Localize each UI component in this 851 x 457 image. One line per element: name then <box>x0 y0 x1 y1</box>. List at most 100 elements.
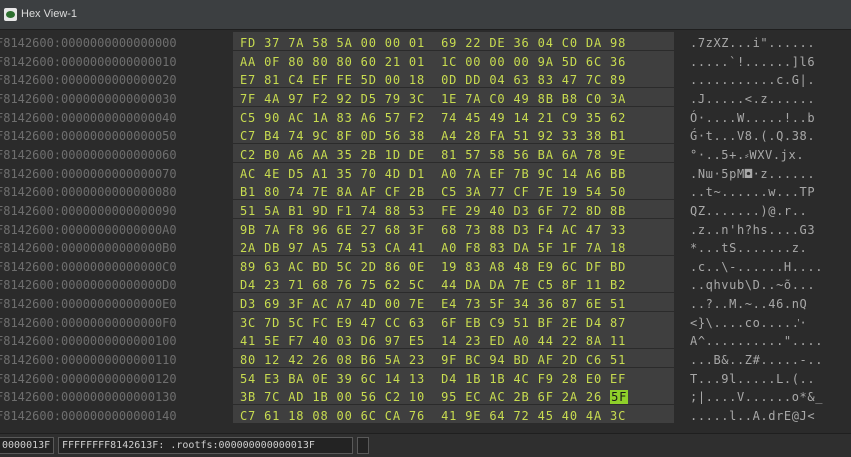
row-ascii[interactable]: ..t~......w...TP <box>690 185 815 199</box>
hex-row[interactable]: F8142600:0000000000000060 C2 B0 A6 AA 35 … <box>0 143 851 162</box>
hex-bytes-text[interactable]: 80 12 42 26 08 B6 5A 23 9F BC 94 BD AF 2… <box>240 353 626 367</box>
row-hex-bytes[interactable]: E7 81 C4 EF FE 5D 00 18 0D DD 04 63 83 4… <box>240 73 626 87</box>
row-address: F8142600:0000000000000120 <box>0 371 177 386</box>
row-address: F8142600:0000000000000040 <box>0 110 177 125</box>
row-ascii[interactable]: .....`!......]l6 <box>690 55 815 69</box>
row-ascii[interactable]: Ó·....W.....!..b <box>690 111 815 125</box>
row-ascii[interactable]: °·..5+.⸗WXV.jx. <box>690 148 804 162</box>
hex-bytes-text[interactable]: C2 B0 A6 AA 35 2B 1D DE 81 57 58 56 BA 6… <box>240 148 626 162</box>
hex-row[interactable]: F8142600:00000000000000D0 D4 23 71 68 76 … <box>0 274 851 293</box>
row-hex-bytes[interactable]: 54 E3 BA 0E 39 6C 14 13 D4 1B 1B 4C F9 2… <box>240 372 626 386</box>
hex-row[interactable]: F8142600:0000000000000120 54 E3 BA 0E 39 … <box>0 367 851 386</box>
hex-row[interactable]: F8142600:0000000000000020 E7 81 C4 EF FE … <box>0 69 851 88</box>
row-address: F8142600:0000000000000090 <box>0 203 177 218</box>
hex-bytes-text[interactable]: AC 4E D5 A1 35 70 4D D1 A0 7A EF 7B 9C 1… <box>240 167 626 181</box>
row-hex-bytes[interactable]: C2 B0 A6 AA 35 2B 1D DE 81 57 58 56 BA 6… <box>240 148 626 162</box>
row-hex-bytes[interactable]: 51 5A B1 9D F1 74 88 53 FE 29 40 D3 6F 7… <box>240 204 626 218</box>
row-ascii[interactable]: .....l..A.drE@J< <box>690 409 815 423</box>
ida-icon <box>4 8 17 21</box>
hex-bytes-text[interactable]: FD 37 7A 58 5A 00 00 01 69 22 DE 36 04 C… <box>240 36 626 50</box>
row-ascii[interactable]: Ǵ·t...V8.(.Q.38. <box>690 129 815 143</box>
row-ascii[interactable]: ..qhvub\D..~õ... <box>690 278 815 292</box>
hex-row[interactable]: F8142600:0000000000000090 51 5A B1 9D F1 … <box>0 199 851 218</box>
hex-bytes-text[interactable]: 51 5A B1 9D F1 74 88 53 FE 29 40 D3 6F 7… <box>240 204 626 218</box>
row-ascii[interactable]: ...........c.G|. <box>690 73 815 87</box>
row-hex-bytes[interactable]: 9B 7A F8 96 6E 27 68 3F 68 73 88 D3 F4 A… <box>240 223 626 237</box>
row-hex-bytes[interactable]: C7 B4 74 9C 8F 0D 56 38 A4 28 FA 51 92 3… <box>240 129 626 143</box>
row-hex-bytes[interactable]: 89 63 AC BD 5C 2D 86 0E 19 83 A8 48 E9 6… <box>240 260 626 274</box>
hex-bytes-text[interactable]: 3C 7D 5C FC E9 47 CC 63 6F EB C9 51 BF 2… <box>240 316 626 330</box>
row-hex-bytes[interactable]: AA 0F 80 80 80 60 21 01 1C 00 00 00 9A 5… <box>240 55 626 69</box>
hex-bytes-text[interactable]: 3B 7C AD 1B 00 56 C2 10 95 EC AC 2B 6F 2… <box>240 390 610 404</box>
row-address: F8142600:00000000000000B0 <box>0 241 177 256</box>
hex-row[interactable]: F8142600:0000000000000140 C7 61 18 08 00 … <box>0 405 851 423</box>
hex-row[interactable]: F8142600:0000000000000110 80 12 42 26 08 … <box>0 349 851 368</box>
status-location: FFFFFFFF8142613F: .rootfs:00000000000001… <box>58 437 353 454</box>
row-hex-bytes[interactable]: 3C 7D 5C FC E9 47 CC 63 6F EB C9 51 BF 2… <box>240 316 626 330</box>
hex-bytes-text[interactable]: 9B 7A F8 96 6E 27 68 3F 68 73 88 D3 F4 A… <box>240 223 626 237</box>
row-ascii[interactable]: ;|....V......o*&_ <box>690 390 823 404</box>
hex-row[interactable]: F8142600:00000000000000B0 2A DB 97 A5 74 … <box>0 237 851 256</box>
row-ascii[interactable]: .Nա·5pM◘·z...... <box>690 167 815 181</box>
hex-row[interactable]: F8142600:0000000000000010 AA 0F 80 80 80 … <box>0 50 851 69</box>
row-ascii[interactable]: .c..\-......H.... <box>690 260 823 274</box>
status-offset: 0000013F <box>0 437 54 454</box>
hex-bytes-text[interactable]: C7 61 18 08 00 6C CA 76 41 9E 64 72 45 4… <box>240 409 626 423</box>
hex-row[interactable]: F8142600:0000000000000100 41 5E F7 40 03 … <box>0 330 851 349</box>
row-hex-bytes[interactable]: 80 12 42 26 08 B6 5A 23 9F BC 94 BD AF 2… <box>240 353 626 367</box>
row-hex-bytes[interactable]: C7 61 18 08 00 6C CA 76 41 9E 64 72 45 4… <box>240 409 626 423</box>
row-ascii[interactable]: .7zXZ...i"...... <box>690 36 815 50</box>
hex-bytes-text[interactable]: 41 5E F7 40 03 D6 97 E5 14 23 ED A0 44 2… <box>240 334 626 348</box>
hex-bytes-text[interactable]: 54 E3 BA 0E 39 6C 14 13 D4 1B 1B 4C F9 2… <box>240 372 626 386</box>
hex-view[interactable]: F8142600:0000000000000000 FD 37 7A 58 5A … <box>0 30 851 433</box>
row-address: F8142600:00000000000000A0 <box>0 222 177 237</box>
row-hex-bytes[interactable]: 41 5E F7 40 03 D6 97 E5 14 23 ED A0 44 2… <box>240 334 626 348</box>
row-hex-bytes[interactable]: C5 90 AC 1A 83 A6 57 F2 74 45 49 14 21 C… <box>240 111 626 125</box>
row-hex-bytes[interactable]: 2A DB 97 A5 74 53 CA 41 A0 F8 83 DA 5F 1… <box>240 241 626 255</box>
hex-row[interactable]: F8142600:0000000000000080 B1 80 74 7E 8A … <box>0 181 851 200</box>
row-address: F8142600:0000000000000010 <box>0 54 177 69</box>
hex-row[interactable]: F8142600:00000000000000C0 89 63 AC BD 5C … <box>0 255 851 274</box>
row-ascii[interactable]: A^..........".... <box>690 334 823 348</box>
row-ascii[interactable]: ..?..M.~..46.nQ <box>690 297 807 311</box>
row-ascii[interactable]: ...B&..Z#.....-.. <box>690 353 823 367</box>
hex-row[interactable]: F8142600:0000000000000130 3B 7C AD 1B 00 … <box>0 386 851 405</box>
row-hex-bytes[interactable]: AC 4E D5 A1 35 70 4D D1 A0 7A EF 7B 9C 1… <box>240 167 626 181</box>
row-hex-bytes[interactable]: FD 37 7A 58 5A 00 00 01 69 22 DE 36 04 C… <box>240 36 626 50</box>
row-ascii[interactable]: .J.....<.z...... <box>690 92 815 106</box>
row-ascii[interactable]: QZ.......)@.r.. <box>690 204 807 218</box>
row-address: F8142600:0000000000000050 <box>0 129 177 144</box>
cursor-byte[interactable]: 5F <box>610 390 629 405</box>
hex-bytes-text[interactable]: E7 81 C4 EF FE 5D 00 18 0D DD 04 63 83 4… <box>240 73 626 87</box>
hex-bytes-text[interactable]: 2A DB 97 A5 74 53 CA 41 A0 F8 83 DA 5F 1… <box>240 241 626 255</box>
hex-row[interactable]: F8142600:0000000000000050 C7 B4 74 9C 8F … <box>0 125 851 144</box>
hex-bytes-text[interactable]: 7F 4A 97 F2 92 D5 79 3C 1E 7A C0 49 8B B… <box>240 92 626 106</box>
hex-bytes-text[interactable]: 89 63 AC BD 5C 2D 86 0E 19 83 A8 48 E9 6… <box>240 260 626 274</box>
hex-row[interactable]: F8142600:0000000000000040 C5 90 AC 1A 83 … <box>0 106 851 125</box>
hex-bytes-text[interactable]: D4 23 71 68 76 75 62 5C 44 DA DA 7E C5 8… <box>240 278 626 292</box>
row-hex-bytes[interactable]: 3B 7C AD 1B 00 56 C2 10 95 EC AC 2B 6F 2… <box>240 390 629 405</box>
row-ascii[interactable]: T...9l.....L.(.. <box>690 372 815 386</box>
row-address: F8142600:0000000000000130 <box>0 390 177 405</box>
status-extra <box>357 437 369 454</box>
row-hex-bytes[interactable]: D4 23 71 68 76 75 62 5C 44 DA DA 7E C5 8… <box>240 278 626 292</box>
hex-bytes-text[interactable]: B1 80 74 7E 8A AF CF 2B C5 3A 77 CF 7E 1… <box>240 185 626 199</box>
hex-row[interactable]: F8142600:0000000000000000 FD 37 7A 58 5A … <box>0 32 851 50</box>
row-hex-bytes[interactable]: D3 69 3F AC A7 4D 00 7E E4 73 5F 34 36 8… <box>240 297 626 311</box>
row-ascii[interactable]: <}\....co.....ᡃ· <box>690 316 807 330</box>
hex-row[interactable]: F8142600:00000000000000E0 D3 69 3F AC A7 … <box>0 293 851 312</box>
hex-row[interactable]: F8142600:0000000000000030 7F 4A 97 F2 92 … <box>0 87 851 106</box>
window-title: Hex View-1 <box>21 8 78 20</box>
row-hex-bytes[interactable]: B1 80 74 7E 8A AF CF 2B C5 3A 77 CF 7E 1… <box>240 185 626 199</box>
hex-row[interactable]: F8142600:00000000000000A0 9B 7A F8 96 6E … <box>0 218 851 237</box>
hex-bytes-text[interactable]: AA 0F 80 80 80 60 21 01 1C 00 00 00 9A 5… <box>240 55 626 69</box>
hex-row[interactable]: F8142600:0000000000000070 AC 4E D5 A1 35 … <box>0 162 851 181</box>
row-ascii[interactable]: *...tS.......z. <box>690 241 807 255</box>
row-hex-bytes[interactable]: 7F 4A 97 F2 92 D5 79 3C 1E 7A C0 49 8B B… <box>240 92 626 106</box>
hex-bytes-text[interactable]: D3 69 3F AC A7 4D 00 7E E4 73 5F 34 36 8… <box>240 297 626 311</box>
row-address: F8142600:0000000000000110 <box>0 353 177 368</box>
hex-bytes-text[interactable]: C5 90 AC 1A 83 A6 57 F2 74 45 49 14 21 C… <box>240 111 626 125</box>
hex-row[interactable]: F8142600:00000000000000F0 3C 7D 5C FC E9 … <box>0 311 851 330</box>
hex-bytes-text[interactable]: C7 B4 74 9C 8F 0D 56 38 A4 28 FA 51 92 3… <box>240 129 626 143</box>
row-ascii[interactable]: .z..n'h?hs....G3 <box>690 223 815 237</box>
